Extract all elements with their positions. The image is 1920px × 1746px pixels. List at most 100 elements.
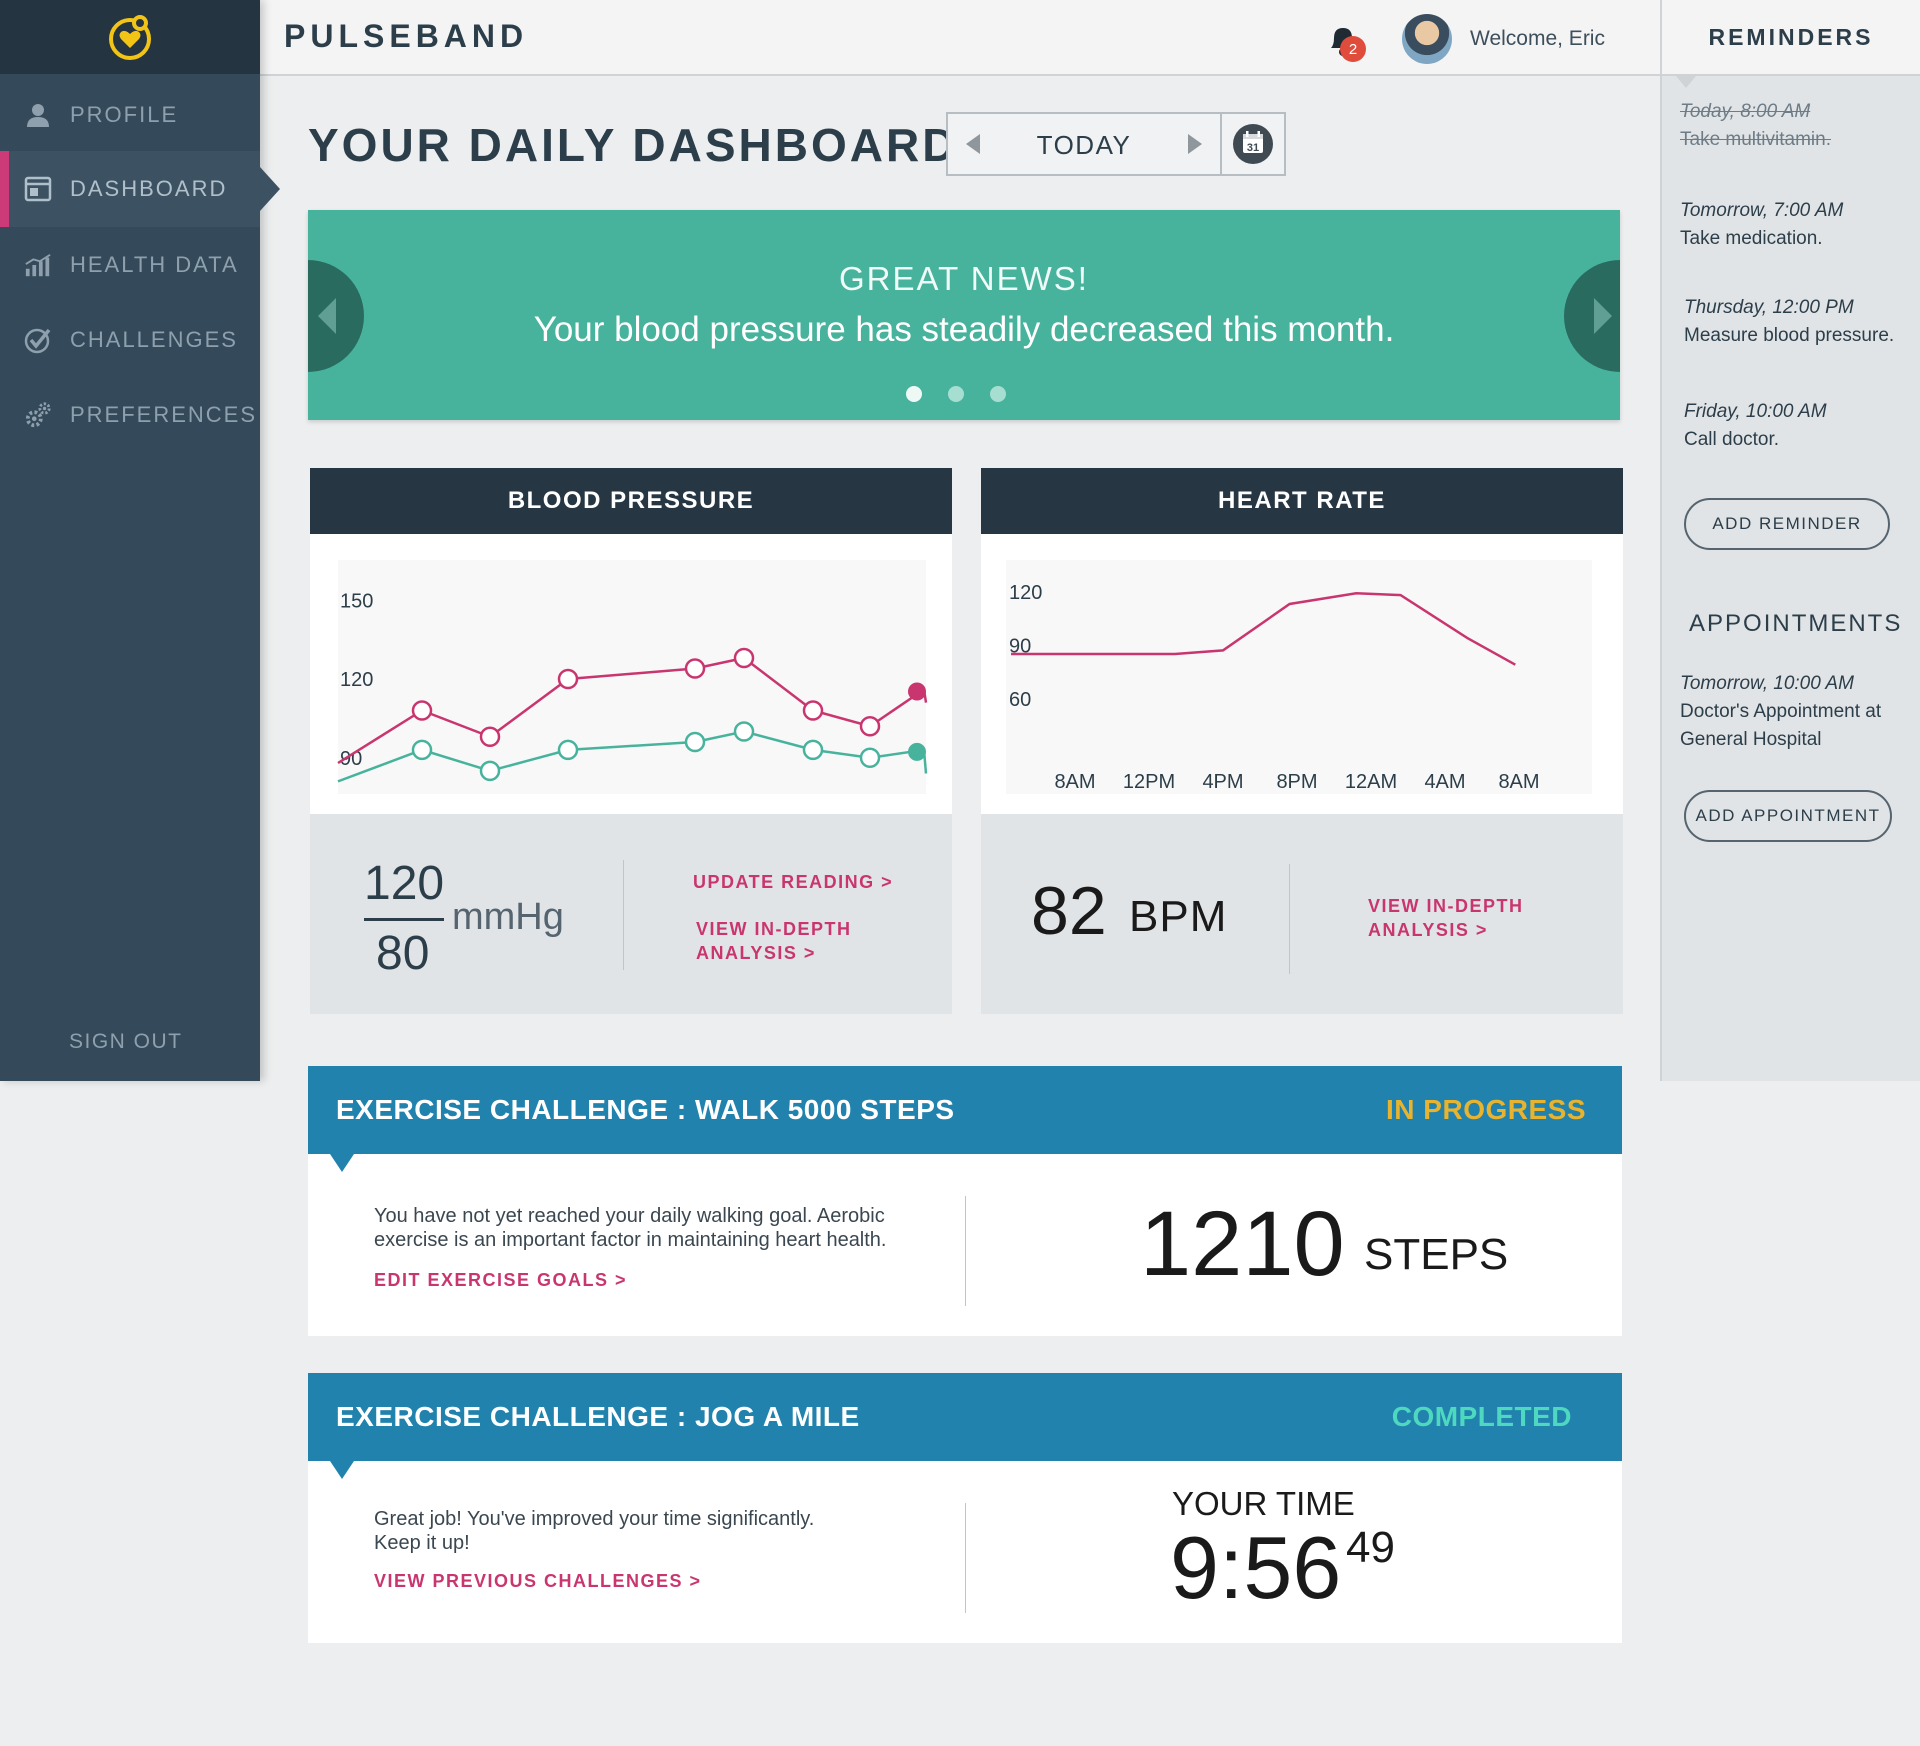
data-point [411,700,433,721]
x-tick-label: 12AM [1345,771,1397,793]
divider [623,860,624,970]
appointment-item[interactable]: Tomorrow, 10:00 AM Doctor's Appointment … [1680,670,1915,754]
divider [1289,864,1290,974]
carousel-dot[interactable] [906,386,922,402]
challenge-status: COMPLETED [1391,1401,1572,1432]
data-point [733,647,755,669]
data-point [859,747,881,768]
y-tick-label: 120 [340,669,373,691]
challenge-description-line2: Keep it up! [374,1532,470,1554]
y-tick-label: 150 [340,590,373,612]
challenge-card: EXERCISE CHALLENGE : WALK 5000 STEPS IN … [308,1066,1622,1336]
sidebar-item-label: DASHBOARD [70,176,228,201]
time-fraction: 49 [1346,1523,1395,1572]
edit-exercise-goals-link[interactable]: EDIT EXERCISE GOALS > [374,1268,627,1293]
bar-chart-icon [24,251,52,279]
bp-analysis-link-line1[interactable]: VIEW IN-DEPTH [696,917,852,942]
carousel-dot[interactable] [990,386,1006,402]
sidebar-item-label: PROFILE [70,102,179,127]
challenge-card: EXERCISE CHALLENGE : JOG A MILE COMPLETE… [308,1373,1622,1643]
date-navigator: TODAY [946,112,1222,176]
banner-kicker: GREAT NEWS! [839,260,1089,297]
reminder-item[interactable]: Thursday, 12:00 PM Measure blood pressur… [1684,294,1919,350]
reminder-when: Friday, 10:00 AM [1684,401,1827,422]
fraction-bar [364,918,444,921]
hr-analysis-link-line2[interactable]: ANALYSIS > [1368,918,1488,943]
calendar-day: 31 [1247,142,1259,154]
update-reading-link[interactable]: UPDATE READING > [693,870,893,895]
data-point [684,731,706,753]
chevron-right-icon[interactable] [1182,132,1206,156]
data-point [802,700,824,721]
top-header: PULSEBAND 2 Welcome, Eric [260,0,1660,76]
reminder-when: Today, 8:00 AM [1680,101,1811,122]
hr-analysis-link-line1[interactable]: VIEW IN-DEPTH [1368,894,1524,919]
challenge-description-line1: You have not yet reached your daily walk… [374,1205,885,1227]
view-previous-challenges-link[interactable]: VIEW PREVIOUS CHALLENGES > [374,1569,702,1594]
sidebar-item-challenges[interactable]: CHALLENGES [0,302,260,378]
challenge-header: EXERCISE CHALLENGE : WALK 5000 STEPS IN … [308,1066,1622,1172]
arrow-right-icon [1594,298,1612,334]
challenge-description-line1: Great job! You've improved your time sig… [374,1508,815,1530]
data-point [411,739,433,761]
appointment-what-line1: Doctor's Appointment at [1680,701,1882,722]
x-tick-label: 12PM [1123,771,1175,793]
gears-icon [24,401,52,429]
banner-message: Your blood pressure has steadily decreas… [533,310,1395,349]
welcome-text[interactable]: Welcome, Eric [1470,27,1605,51]
avatar[interactable] [1402,14,1452,64]
page-title: YOUR DAILY DASHBOARD [308,119,959,171]
heart-rate-card: HEART RATE 120 90 60 8AM 12PM 4PM 8PM 12AM 4AM 8A… [981,468,1623,1014]
notification-badge: 2 [1340,36,1366,62]
heart-rate-summary: 82 BPM VIEW IN-DEPTH ANALYSIS > [981,814,1623,1014]
reminders-title: REMINDERS [1662,0,1920,88]
logo-bar [0,0,260,74]
y-tick-label: 120 [1009,582,1042,604]
pulse-heart-logo-icon[interactable] [104,11,156,63]
bp-analysis-link-line2[interactable]: ANALYSIS > [696,941,816,966]
steps-value: 1210 [1140,1193,1345,1295]
data-point [557,739,579,761]
sign-out-link[interactable]: SIGN OUT [69,1030,183,1054]
data-point [733,721,755,742]
appointment-what-line2: General Hospital [1680,729,1822,750]
blood-pressure-summary: 120 80 mmHg UPDATE READING > VIEW IN-DEP… [310,814,952,1014]
x-tick-label: 8PM [1276,771,1317,793]
divider [965,1503,966,1613]
data-point-current [908,742,926,761]
x-tick-label: 8AM [1054,771,1095,793]
challenge-status: IN PROGRESS [1386,1094,1586,1125]
sidebar-item-dashboard[interactable]: DASHBOARD [0,151,280,227]
appointments-title: APPOINTMENTS [1689,610,1903,637]
challenge-title: EXERCISE CHALLENGE : WALK 5000 STEPS [336,1094,955,1125]
reminder-item[interactable]: Tomorrow, 7:00 AM Take medication. [1680,197,1915,253]
sidebar-item-health-data[interactable]: HEALTH DATA [0,227,260,303]
data-point [859,716,881,737]
sidebar-item-label: CHALLENGES [70,327,238,352]
reminder-item[interactable]: Today, 8:00 AM Take multivitamin. [1680,98,1915,154]
calendar-button[interactable]: 31 [1222,112,1286,176]
sidebar-item-label: HEALTH DATA [70,252,239,277]
browser-window-icon [24,175,52,203]
card-title: BLOOD PRESSURE [310,468,952,534]
reminders-panel: REMINDERS Today, 8:00 AM Take multivitam… [1660,0,1920,1081]
reminder-item[interactable]: Friday, 10:00 AM Call doctor. [1684,398,1919,454]
y-tick-label: 60 [1009,689,1031,711]
reminder-what: Take multivitamin. [1680,129,1831,150]
calendar-icon: 31 [1233,124,1273,164]
sidebar-item-profile[interactable]: PROFILE [0,77,260,153]
data-point [802,739,824,761]
add-reminder-button[interactable]: ADD REMINDER [1684,498,1890,550]
challenge-header: EXERCISE CHALLENGE : JOG A MILE COMPLETE… [308,1373,1622,1479]
add-appointment-button[interactable]: ADD APPOINTMENT [1684,790,1892,842]
carousel-dot[interactable] [948,386,964,402]
reminder-what: Take medication. [1680,228,1823,249]
sidebar-item-preferences[interactable]: PREFERENCES [0,377,260,453]
data-point [479,726,501,747]
systolic-value: 120 [364,857,445,910]
diastolic-value: 80 [376,927,430,980]
card-title: HEART RATE [981,468,1623,534]
data-point-current [908,682,926,701]
reminder-what: Measure blood pressure. [1684,325,1895,346]
reminder-what: Call doctor. [1684,429,1780,450]
